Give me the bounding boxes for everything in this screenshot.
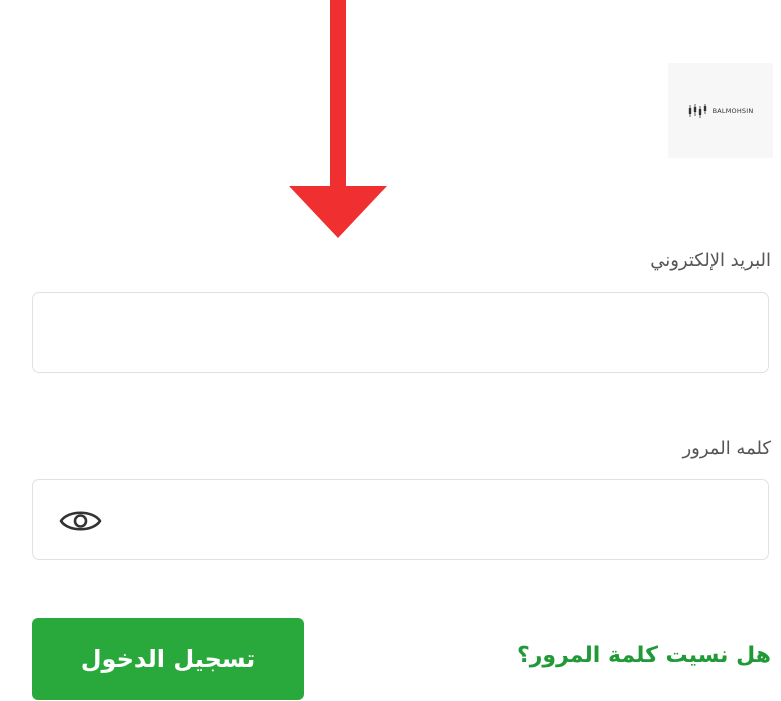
brand-logo: BALMOHSIN xyxy=(668,63,773,158)
eye-icon[interactable] xyxy=(58,501,103,541)
password-field[interactable] xyxy=(33,480,768,559)
email-field[interactable] xyxy=(33,293,768,372)
password-field-container xyxy=(32,479,769,560)
email-label: البريد الإلكتروني xyxy=(650,250,771,271)
logo-text: BALMOHSIN xyxy=(712,106,754,115)
red-arrow-annotation xyxy=(289,0,387,238)
password-label: كلمه المرور xyxy=(682,438,771,459)
candlestick-logo-icon xyxy=(688,103,706,118)
login-button[interactable]: تسجيل الدخول xyxy=(32,618,304,700)
forgot-password-link[interactable]: هل نسيت كلمة المرور؟ xyxy=(517,643,771,668)
email-field-container xyxy=(32,292,769,373)
login-page: BALMOHSIN البريد الإلكتروني كلمه المرور … xyxy=(0,0,781,701)
